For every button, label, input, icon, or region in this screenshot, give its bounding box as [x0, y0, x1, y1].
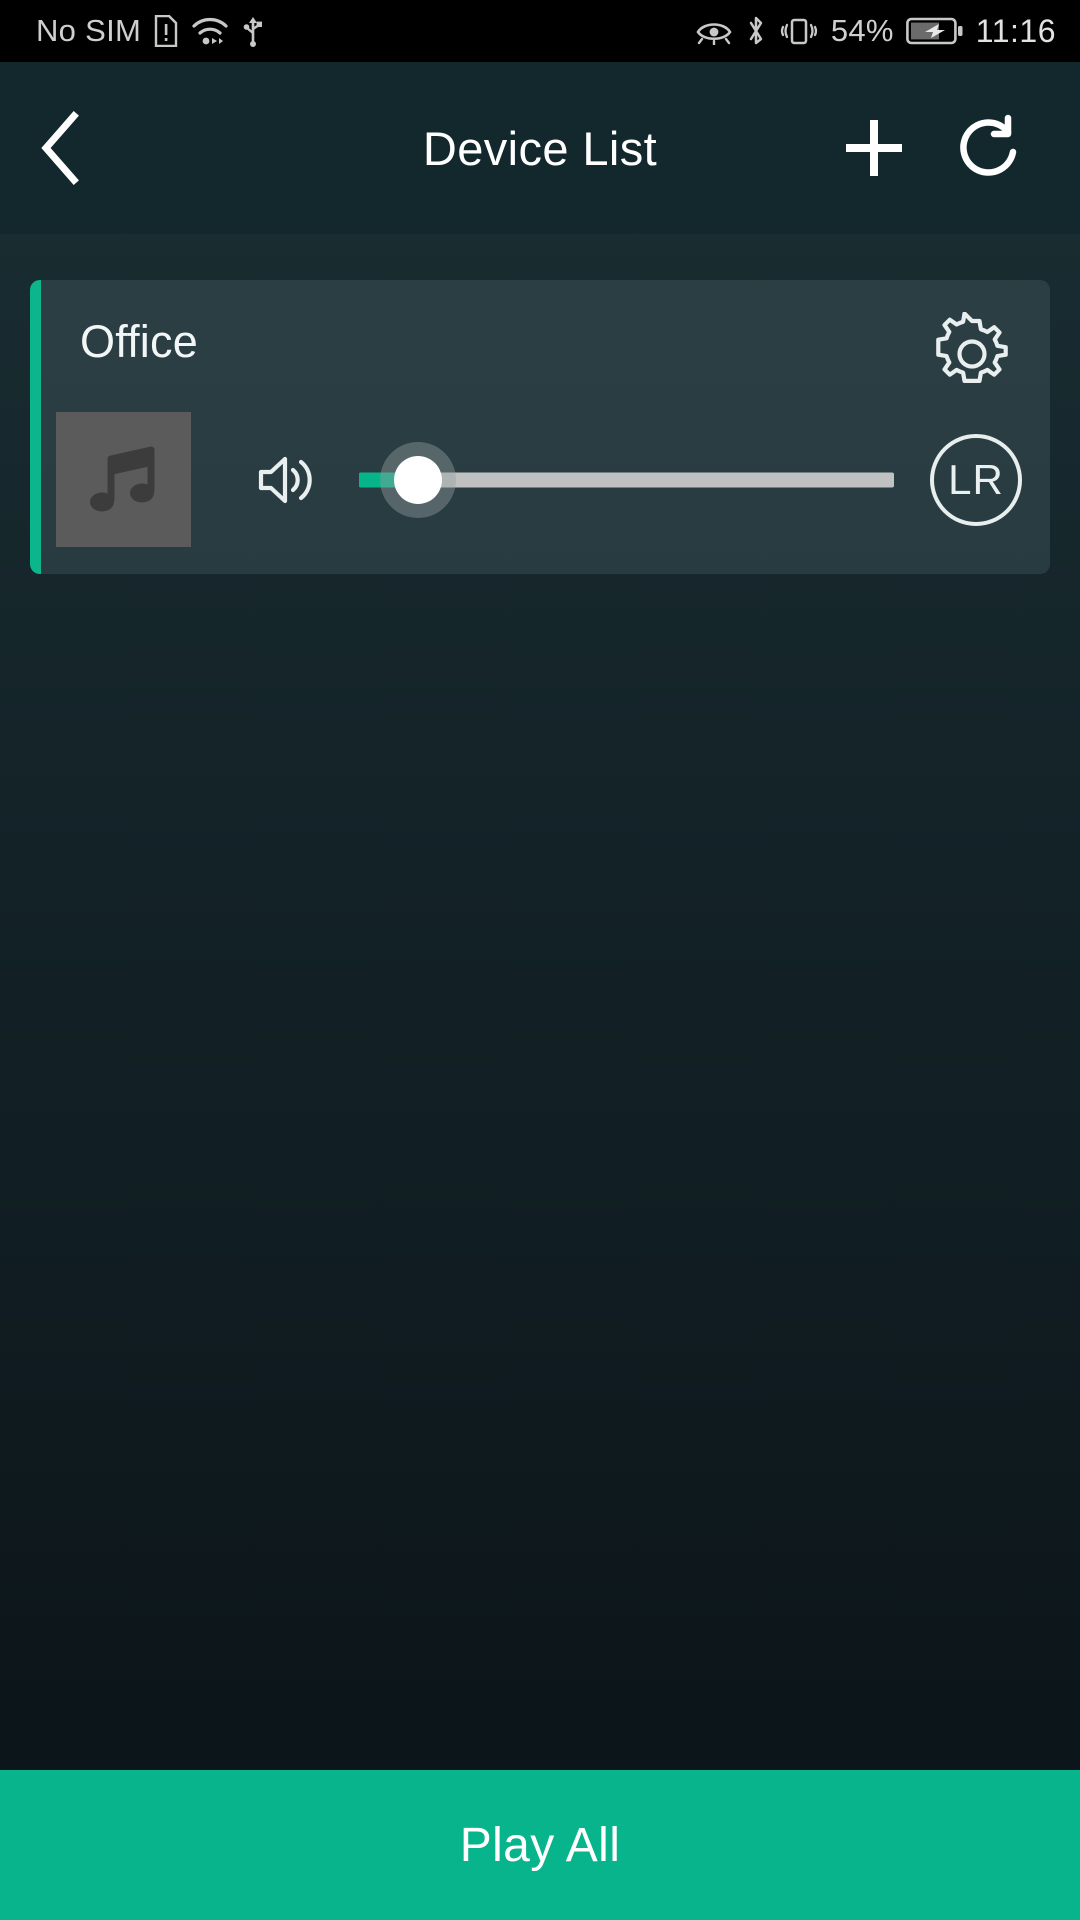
device-settings-button[interactable] — [926, 308, 1018, 400]
sim-alert-icon — [153, 15, 179, 47]
usb-icon — [241, 15, 265, 47]
plus-icon — [846, 120, 902, 176]
vibrate-icon — [779, 15, 819, 47]
refresh-icon — [960, 114, 1017, 176]
device-controls-row: LR — [30, 412, 1050, 547]
music-note-icon — [89, 446, 154, 511]
status-bar-left: No SIM — [36, 13, 265, 49]
device-card-office[interactable]: Office LR — [30, 280, 1050, 574]
channel-lr-label: LR — [948, 455, 1004, 503]
device-list: Office LR — [0, 234, 1080, 1770]
bluetooth-icon — [745, 15, 767, 47]
volume-slider-thumb[interactable] — [393, 455, 442, 504]
speaker-icon — [258, 456, 312, 503]
app-bar-actions — [826, 100, 1042, 196]
wifi-icon — [191, 15, 229, 47]
eye-comfort-icon — [695, 17, 733, 45]
battery-charging-icon — [905, 16, 964, 46]
refresh-button[interactable] — [946, 100, 1042, 196]
volume-slider[interactable] — [359, 441, 894, 518]
chevron-left-icon — [41, 111, 79, 185]
status-bar: No SIM 54% 11:16 — [0, 0, 1080, 62]
add-device-button[interactable] — [826, 100, 922, 196]
clock-label: 11:16 — [975, 12, 1056, 49]
battery-percent-label: 54% — [830, 13, 894, 48]
phone-screen: No SIM 54% 11:16 Device List Office LR P… — [0, 0, 1080, 1920]
carrier-label: No SIM — [36, 13, 142, 48]
app-bar: Device List — [0, 62, 1080, 234]
channel-lr-button[interactable]: LR — [930, 433, 1022, 526]
album-artwork — [56, 412, 191, 547]
volume-button[interactable] — [255, 451, 317, 509]
back-button[interactable] — [14, 100, 110, 196]
status-bar-right: 54% 11:16 — [695, 13, 1056, 50]
gear-icon — [936, 312, 1008, 383]
device-name-label: Office — [80, 316, 198, 367]
play-all-label: Play All — [459, 1818, 621, 1872]
play-all-button[interactable]: Play All — [0, 1770, 1080, 1920]
